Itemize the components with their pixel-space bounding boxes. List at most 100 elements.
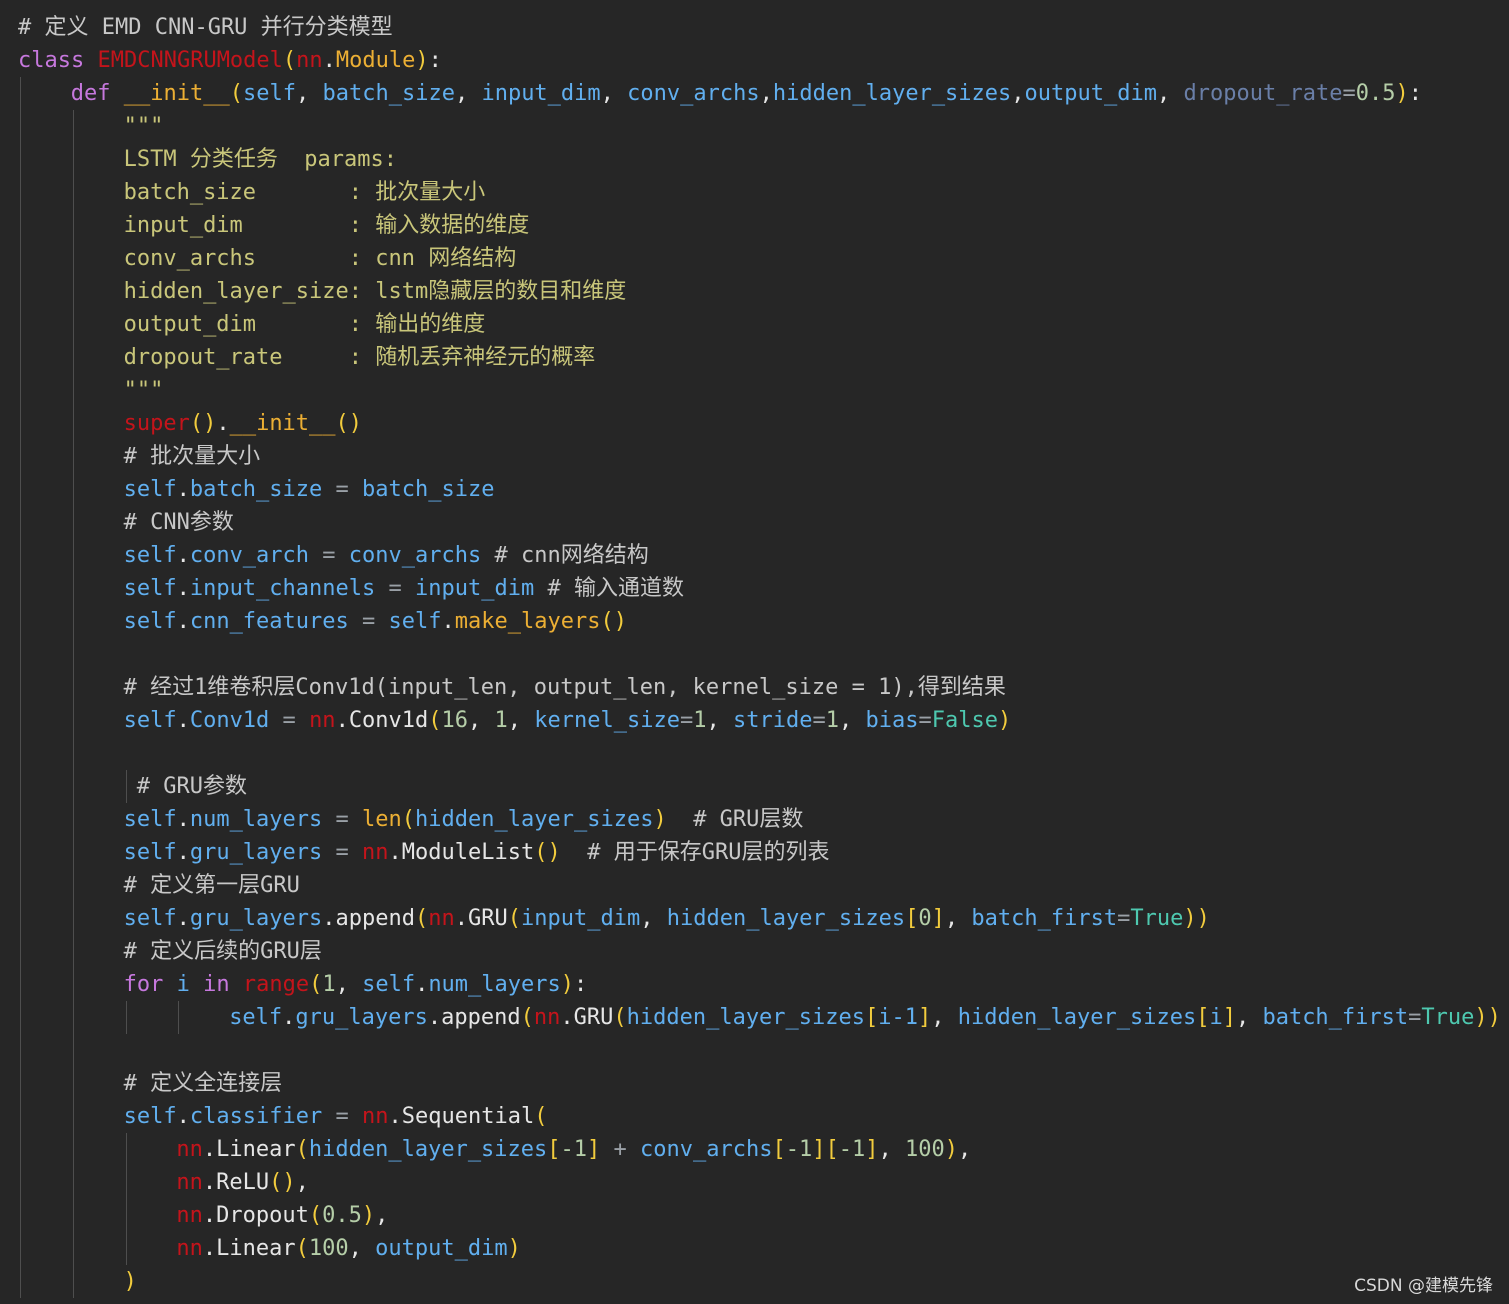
code-token: ( xyxy=(295,1137,309,1162)
code-token: , xyxy=(375,1203,389,1228)
code-token: hidden_layer_sizes xyxy=(957,1005,1197,1030)
code-line[interactable]: # 定义第一层GRU xyxy=(124,869,300,902)
code-token: ( xyxy=(507,906,522,931)
code-line[interactable]: class EMDCNNGRUModel(nn.Module): xyxy=(18,44,442,77)
code-token: ( xyxy=(401,807,416,832)
code-line[interactable]: self.conv_arch = conv_archs # cnn网络结构 xyxy=(124,539,649,572)
code-line[interactable]: self.input_channels = input_dim # 输入通道数 xyxy=(124,572,684,605)
code-token: ( xyxy=(534,1104,548,1129)
code-token: LSTM 分类任务 params: xyxy=(123,147,398,172)
code-token: = xyxy=(680,708,694,733)
code-token: -1 xyxy=(785,1137,813,1162)
code-token: # 输入通道数 xyxy=(534,576,684,601)
code-line[interactable]: self.classifier = nn.Sequential( xyxy=(124,1100,548,1133)
code-token: hidden_layer_sizes xyxy=(415,807,654,832)
code-line[interactable]: dropout_rate : 随机丢弃神经元的概率 xyxy=(124,341,596,374)
code-token: [ xyxy=(772,1137,786,1162)
code-editor[interactable]: # 定义 EMD CNN-GRU 并行分类模型 class EMDCNNGRUMo… xyxy=(0,0,1509,1304)
code-token: # 定义全连接层 xyxy=(123,1071,283,1096)
code-token: conv_archs : cnn 网络结构 xyxy=(123,246,517,271)
code-line[interactable]: nn.Dropout(0.5), xyxy=(176,1199,388,1232)
code-token: , xyxy=(296,81,323,106)
code-token: conv_archs xyxy=(640,1137,773,1162)
code-line[interactable]: self.gru_layers = nn.ModuleList() # 用于保存… xyxy=(124,836,830,869)
code-token: . xyxy=(322,48,336,73)
code-line[interactable]: batch_size : 批次量大小 xyxy=(124,176,486,209)
code-token: ) xyxy=(997,708,1012,733)
code-token: , xyxy=(335,972,363,997)
code-token: . xyxy=(415,972,429,997)
code-token: self xyxy=(243,81,296,106)
code-token: , xyxy=(838,708,866,733)
code-token: , xyxy=(878,1137,905,1162)
code-token: ) xyxy=(944,1137,958,1162)
code-token: Module xyxy=(335,48,416,73)
code-token: False xyxy=(931,708,998,733)
code-token: 1 xyxy=(825,708,839,733)
code-token: ) xyxy=(507,1236,521,1261)
code-line[interactable]: self.batch_size = batch_size xyxy=(124,473,495,506)
code-token: : xyxy=(1408,81,1422,106)
code-line[interactable]: output_dim : 输出的维度 xyxy=(124,308,486,341)
code-token: )) xyxy=(1474,1005,1501,1030)
code-token: i xyxy=(176,972,190,997)
indent-guide xyxy=(20,77,21,1298)
code-token: make_layers xyxy=(454,609,601,634)
code-token: . xyxy=(176,543,190,568)
code-token: [ xyxy=(865,1005,879,1030)
code-token: ) xyxy=(123,1269,137,1294)
code-token: stride xyxy=(733,708,813,733)
code-line[interactable]: # 定义全连接层 xyxy=(124,1067,283,1100)
code-line[interactable]: nn.Linear(100, output_dim) xyxy=(176,1232,520,1265)
code-token: len xyxy=(362,807,402,832)
code-token: gru_layers xyxy=(189,840,323,865)
code-token: , xyxy=(706,708,733,733)
code-line[interactable]: conv_archs : cnn 网络结构 xyxy=(124,242,517,275)
code-line[interactable]: self.gru_layers.append(nn.GRU(input_dim,… xyxy=(124,902,1210,935)
code-token: 100 xyxy=(308,1236,349,1261)
code-token: batch_size : 批次量大小 xyxy=(123,180,486,205)
code-line[interactable]: def __init__(self, batch_size, input_dim… xyxy=(71,77,1422,110)
code-token: () xyxy=(335,411,363,436)
code-token: , xyxy=(468,708,495,733)
code-line[interactable]: ) xyxy=(124,1265,137,1298)
code-token: , xyxy=(507,708,535,733)
code-token: , xyxy=(1011,81,1025,106)
code-token: ( xyxy=(415,906,429,931)
code-token: . xyxy=(335,708,349,733)
code-line[interactable]: hidden_layer_size: lstm隐藏层的数目和维度 xyxy=(124,275,627,308)
code-token: = xyxy=(309,543,349,568)
code-token: = xyxy=(269,708,310,733)
code-token: nn xyxy=(428,906,455,931)
code-line[interactable]: nn.ReLU(), xyxy=(176,1166,308,1199)
code-line[interactable]: self.num_layers = len(hidden_layer_sizes… xyxy=(124,803,804,836)
code-token: ModuleList xyxy=(401,840,535,865)
code-token: class xyxy=(18,48,85,73)
code-line[interactable]: # CNN参数 xyxy=(124,506,234,539)
code-line[interactable]: # 定义 EMD CNN-GRU 并行分类模型 xyxy=(18,11,393,44)
code-line[interactable]: """ xyxy=(124,110,164,143)
code-line[interactable]: super().__init__() xyxy=(124,407,362,440)
code-line[interactable]: # 经过1维卷积层Conv1d(input_len, output_len, k… xyxy=(124,671,1006,704)
code-line[interactable]: nn.Linear(hidden_layer_sizes[-1] + conv_… xyxy=(176,1133,971,1166)
code-token: . xyxy=(202,1203,217,1228)
code-line[interactable]: self.gru_layers.append(nn.GRU(hidden_lay… xyxy=(229,1001,1501,1034)
code-token: = xyxy=(322,807,363,832)
code-token: ] xyxy=(918,1005,932,1030)
code-token: . xyxy=(282,1005,296,1030)
code-line[interactable]: self.Conv1d = nn.Conv1d(16, 1, kernel_si… xyxy=(124,704,1012,737)
code-line[interactable]: """ xyxy=(124,374,164,407)
code-line[interactable]: self.cnn_features = self.make_layers() xyxy=(124,605,627,638)
code-token: = xyxy=(322,840,363,865)
code-line[interactable]: input_dim : 输入数据的维度 xyxy=(124,209,530,242)
code-line[interactable]: for i in range(1, self.num_layers): xyxy=(124,968,588,1001)
code-line[interactable]: # 定义后续的GRU层 xyxy=(124,935,322,968)
code-token: self xyxy=(123,609,177,634)
indent-guide xyxy=(126,1001,127,1034)
code-token: : xyxy=(574,972,588,997)
code-line[interactable]: # 批次量大小 xyxy=(124,440,261,473)
code-line[interactable]: # GRU参数 xyxy=(137,770,247,803)
code-line[interactable]: LSTM 分类任务 params: xyxy=(124,143,397,176)
